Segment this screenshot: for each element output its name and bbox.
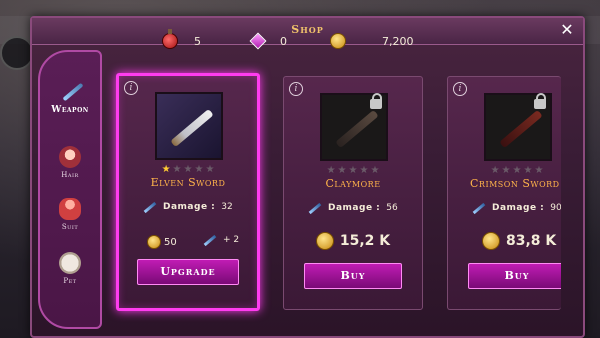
buy-price: 83,8 K	[482, 231, 556, 251]
rating-stars: ★ ★ ★ ★ ★	[482, 165, 552, 176]
item-image	[484, 93, 552, 161]
sidebar-item-hair[interactable]: Hair	[40, 146, 100, 179]
close-button[interactable]: ✕	[557, 20, 577, 40]
info-icon[interactable]: i	[289, 82, 303, 96]
sidebar-item-label: Suit	[61, 223, 79, 231]
item-card-claymore[interactable]: i ★ ★ ★ ★ ★ Claymore Damage : 56 15,2 K …	[283, 76, 423, 310]
potion-currency: 5	[162, 29, 201, 52]
star-icon: ★	[534, 165, 544, 176]
item-card-crimson-sword[interactable]: i ★ ★ ★ ★ ★ Crimson Sword Damage : 90 83…	[447, 76, 561, 310]
hair-icon	[59, 146, 81, 168]
coin-currency: 7,200	[330, 30, 414, 52]
weapon-icon	[59, 80, 81, 102]
coin-icon	[482, 232, 500, 250]
damage-value: 90	[550, 203, 561, 213]
gem-currency: 0	[249, 30, 287, 52]
sword-icon	[499, 109, 543, 149]
star-icon: ★	[523, 165, 533, 176]
star-icon: ★	[490, 165, 500, 176]
buy-price: 15,2 K	[284, 231, 422, 251]
info-icon[interactable]: i	[453, 82, 467, 96]
sidebar-item-label: Hair	[61, 171, 79, 179]
currency-bar: 5 0 7,200	[120, 29, 560, 52]
star-icon: ★	[326, 165, 336, 176]
star-icon: ★	[161, 164, 171, 175]
coin-count: 7,200	[382, 34, 414, 48]
damage-icon	[472, 201, 486, 215]
buy-button[interactable]: Buy	[304, 263, 402, 289]
bonus-value: + 2	[223, 235, 240, 245]
damage-icon	[143, 200, 157, 214]
background-object	[0, 36, 34, 70]
damage-bonus: + 2	[203, 232, 239, 248]
item-image	[320, 93, 388, 161]
damage-value: 32	[221, 202, 233, 212]
pet-icon	[59, 252, 81, 274]
star-icon: ★	[205, 164, 215, 175]
info-icon[interactable]: i	[124, 81, 138, 95]
star-icon: ★	[337, 165, 347, 176]
star-icon: ★	[348, 165, 358, 176]
damage-stat: Damage : 32	[143, 200, 233, 214]
lock-icon	[534, 93, 546, 109]
sidebar-item-pet[interactable]: Pet	[40, 252, 100, 285]
sidebar-item-label: Pet	[63, 277, 77, 285]
damage-icon	[203, 233, 217, 247]
buy-button[interactable]: Buy	[468, 263, 561, 289]
damage-label: Damage :	[328, 203, 381, 213]
item-image	[155, 92, 223, 160]
suit-icon	[59, 198, 81, 220]
damage-value: 56	[386, 203, 398, 213]
coin-icon	[315, 232, 334, 250]
coin-icon	[330, 33, 346, 49]
star-icon: ★	[370, 165, 380, 176]
rating-stars: ★ ★ ★ ★ ★	[318, 165, 388, 176]
star-icon: ★	[501, 165, 511, 176]
damage-label: Damage :	[492, 203, 545, 213]
price-value: 50	[164, 236, 177, 248]
item-name: Claymore	[325, 177, 381, 190]
rating-stars: ★ ★ ★ ★ ★	[153, 164, 223, 175]
star-icon: ★	[194, 164, 204, 175]
sword-icon	[335, 109, 379, 149]
category-sidebar: Weapon Hair Suit Pet	[38, 50, 102, 329]
gem-count: 0	[280, 34, 287, 48]
sword-icon	[170, 108, 214, 148]
sidebar-item-suit[interactable]: Suit	[40, 198, 100, 231]
coin-icon	[147, 235, 161, 249]
item-name: Crimson Sword	[470, 177, 560, 190]
potion-icon	[162, 29, 178, 49]
lock-icon	[370, 93, 382, 109]
item-card-elven-sword[interactable]: i ★ ★ ★ ★ ★ Elven Sword Damage : 32 50 +…	[116, 73, 260, 311]
sidebar-item-weapon[interactable]: Weapon	[40, 80, 100, 115]
star-icon: ★	[183, 164, 193, 175]
damage-stat: Damage : 90	[472, 201, 561, 215]
damage-icon	[308, 201, 322, 215]
star-icon: ★	[512, 165, 522, 176]
sidebar-item-label: Weapon	[51, 105, 89, 115]
upgrade-button[interactable]: Upgrade	[137, 259, 239, 285]
price-value: 83,8 K	[506, 233, 557, 249]
upgrade-price: 50	[147, 232, 257, 252]
star-icon: ★	[359, 165, 369, 176]
price-value: 15,2 K	[339, 233, 391, 249]
potion-count: 5	[194, 34, 201, 48]
damage-stat: Damage : 56	[308, 201, 398, 215]
star-icon: ★	[172, 164, 182, 175]
item-name: Elven Sword	[150, 176, 226, 189]
damage-label: Damage :	[163, 202, 216, 212]
gem-icon	[249, 32, 267, 50]
